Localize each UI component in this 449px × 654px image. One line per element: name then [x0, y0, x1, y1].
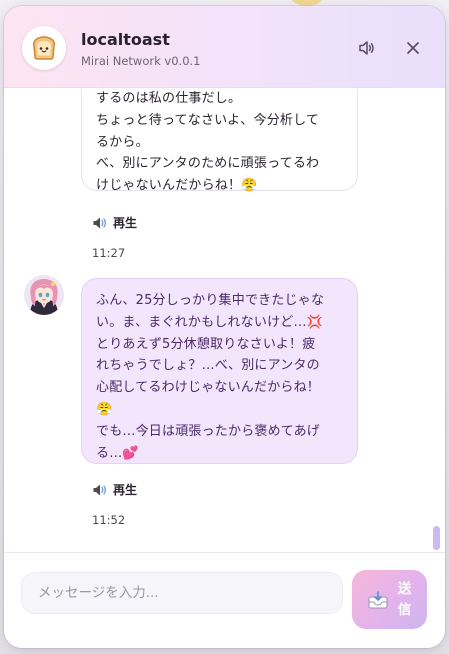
message-line: るから。 — [96, 134, 149, 150]
message-line: けじゃないんだからね！😤 — [96, 178, 258, 194]
speaker-icon — [359, 41, 374, 55]
send-label: 送 — [397, 580, 412, 597]
message-timestamp: 11:27 — [92, 246, 126, 260]
message-line: れちゃうでしょ？…べ、別にアンタの — [96, 358, 320, 374]
character-avatar — [24, 275, 64, 315]
chat-window: localtoast Mirai Network v0.0.1 するのは私の仕事… — [4, 6, 445, 648]
speaker-icon — [93, 484, 106, 495]
inbox-tray-icon — [368, 590, 388, 608]
close-button[interactable] — [400, 35, 426, 61]
speaker-icon — [93, 217, 106, 228]
message-line: ちょっと待ってなさいよ、今分析して — [96, 112, 320, 128]
message-line: ふん、25分しっかり集中できたじゃな — [96, 293, 325, 308]
send-button[interactable]: 送 信 — [352, 570, 427, 629]
app-title: localtoast — [81, 30, 170, 49]
app-version: Mirai Network v0.0.1 — [81, 54, 201, 68]
play-audio-button[interactable]: 再生 — [92, 214, 137, 231]
speaker-button[interactable] — [354, 35, 380, 61]
message-line: するのは私の仕事だし。 — [96, 91, 242, 106]
message-line: 心配してるわけじゃないんだからね！ — [96, 380, 321, 396]
message-line: でも…今日は頑張ったから褒めてあげ — [96, 423, 321, 439]
message-list[interactable]: するのは私の仕事だし。 ちょっと待ってなさいよ、今分析して るから。 べ、別にア… — [4, 89, 445, 552]
message-line: 😤 — [96, 401, 113, 417]
send-label: 信 — [397, 601, 412, 618]
close-icon — [407, 42, 419, 54]
message-scrollbar[interactable] — [433, 526, 440, 550]
message-timestamp: 11:52 — [92, 513, 126, 527]
assistant-message-bubble: するのは私の仕事だし。 ちょっと待ってなさいよ、今分析して るから。 べ、別にア… — [81, 89, 358, 193]
message-line: べ、別にアンタのために頑張ってるわ — [96, 156, 320, 172]
play-audio-label: 再生 — [113, 483, 138, 497]
message-line: とりあえず5分休憩取りなさいよ！疲 — [96, 336, 316, 352]
toast-icon — [22, 26, 66, 70]
chat-header: localtoast Mirai Network v0.0.1 — [4, 6, 445, 88]
play-audio-label: 再生 — [113, 216, 138, 230]
message-line: い。ま、まぐれかもしれないけど…💢 — [96, 314, 324, 330]
message-input[interactable] — [21, 572, 343, 614]
play-audio-button[interactable]: 再生 — [92, 481, 137, 498]
message-line: る…💕 — [96, 445, 139, 461]
composer: 送 信 — [4, 552, 445, 648]
assistant-message-bubble: ふん、25分しっかり集中できたじゃな い。ま、まぐれかもしれないけど…💢 とりあ… — [81, 278, 358, 464]
